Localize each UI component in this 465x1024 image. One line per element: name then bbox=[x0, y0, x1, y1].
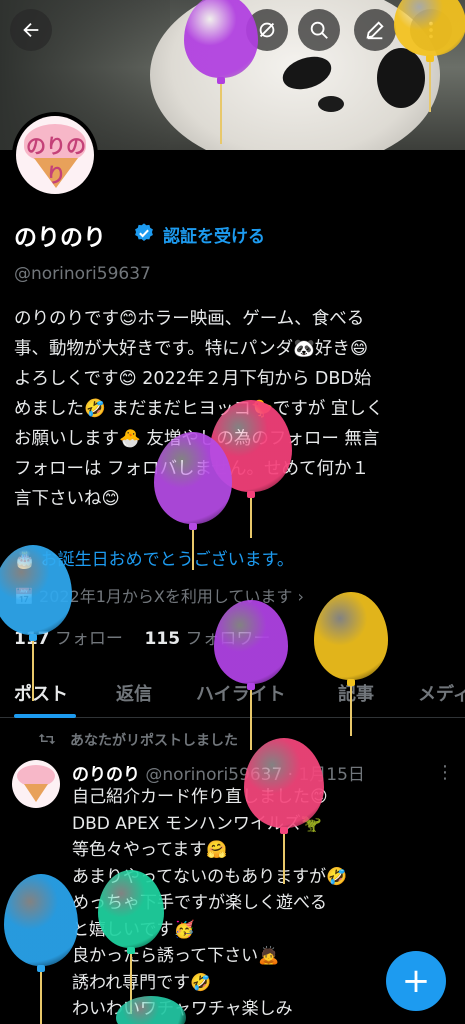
bio-line: 事、動物が大好きです。特にパンダ🐼好き😄 bbox=[14, 339, 369, 359]
balloon-decoration bbox=[0, 545, 72, 703]
balloon-knot bbox=[247, 491, 255, 498]
avatar-image: のりのり bbox=[16, 116, 94, 194]
post-avatar-cone bbox=[24, 784, 48, 802]
balloon-string bbox=[250, 498, 252, 538]
edit-profile-button[interactable] bbox=[354, 9, 396, 51]
balloon-decoration bbox=[214, 600, 288, 752]
compose-post-button[interactable]: + bbox=[386, 951, 446, 1011]
active-tab-indicator bbox=[14, 714, 76, 718]
get-verified-link[interactable]: 認証を受ける bbox=[163, 222, 265, 247]
balloon-knot bbox=[280, 827, 288, 834]
profile-avatar[interactable]: のりのり bbox=[12, 112, 98, 198]
tab-media[interactable]: メディ bbox=[418, 680, 465, 706]
balloon-string bbox=[40, 972, 42, 1024]
balloon-knot bbox=[127, 947, 135, 954]
search-icon bbox=[310, 21, 328, 39]
balloon-body bbox=[394, 0, 465, 56]
bell-off-icon bbox=[259, 22, 275, 38]
balloon-string bbox=[283, 834, 285, 884]
balloon-knot bbox=[347, 679, 355, 686]
balloon-knot bbox=[37, 965, 45, 972]
balloon-string bbox=[192, 530, 194, 570]
repost-icon bbox=[38, 733, 56, 745]
balloon-decoration bbox=[4, 874, 78, 1024]
balloon-knot bbox=[189, 523, 197, 530]
panda-nose bbox=[318, 96, 344, 112]
verified-badge-icon[interactable] bbox=[133, 222, 155, 244]
arrow-left-icon bbox=[23, 22, 39, 38]
balloon-decoration bbox=[98, 870, 164, 1016]
balloon-body bbox=[98, 870, 164, 948]
edit-icon bbox=[366, 21, 384, 40]
avatar-logo-text: のりのり bbox=[26, 134, 86, 187]
bio-line: よろしくです😊 2022年２月下旬から DBD始 bbox=[14, 369, 372, 389]
post-avatar[interactable] bbox=[12, 760, 60, 808]
repost-label: あなたがリポストしました bbox=[70, 733, 238, 749]
profile-name: のりのり bbox=[14, 225, 106, 251]
balloon-string bbox=[32, 641, 34, 701]
balloon-body bbox=[214, 600, 288, 684]
profile-handle: @norinori59637 bbox=[14, 264, 151, 284]
back-button[interactable] bbox=[10, 9, 52, 51]
post-more-icon[interactable]: ⋮ bbox=[436, 762, 454, 783]
balloon-decoration bbox=[314, 592, 388, 738]
balloon-body bbox=[154, 432, 232, 524]
balloon-decoration bbox=[184, 0, 258, 146]
balloon-body bbox=[4, 874, 78, 966]
balloon-body bbox=[116, 996, 186, 1024]
balloon-body bbox=[184, 0, 258, 78]
balloon-decoration bbox=[244, 738, 324, 886]
balloon-decoration bbox=[154, 432, 232, 572]
followers-count: 115 bbox=[144, 629, 181, 649]
balloon-body bbox=[0, 545, 72, 635]
balloon-decoration bbox=[116, 996, 186, 1024]
post-author-name[interactable]: のりのり bbox=[72, 765, 140, 785]
balloon-knot bbox=[247, 683, 255, 690]
bio-line: のりのりです😊ホラー映画、ゲーム、食べる bbox=[14, 309, 365, 329]
balloon-knot bbox=[217, 77, 225, 84]
search-button[interactable] bbox=[298, 9, 340, 51]
balloon-string bbox=[220, 84, 222, 144]
balloon-string bbox=[350, 686, 352, 736]
balloon-knot bbox=[29, 634, 37, 641]
balloon-body bbox=[244, 738, 324, 828]
balloon-body bbox=[314, 592, 388, 680]
tab-replies[interactable]: 返信 bbox=[116, 680, 152, 706]
balloon-decoration bbox=[394, 0, 465, 114]
balloon-knot bbox=[426, 55, 434, 62]
balloon-string bbox=[429, 62, 431, 112]
